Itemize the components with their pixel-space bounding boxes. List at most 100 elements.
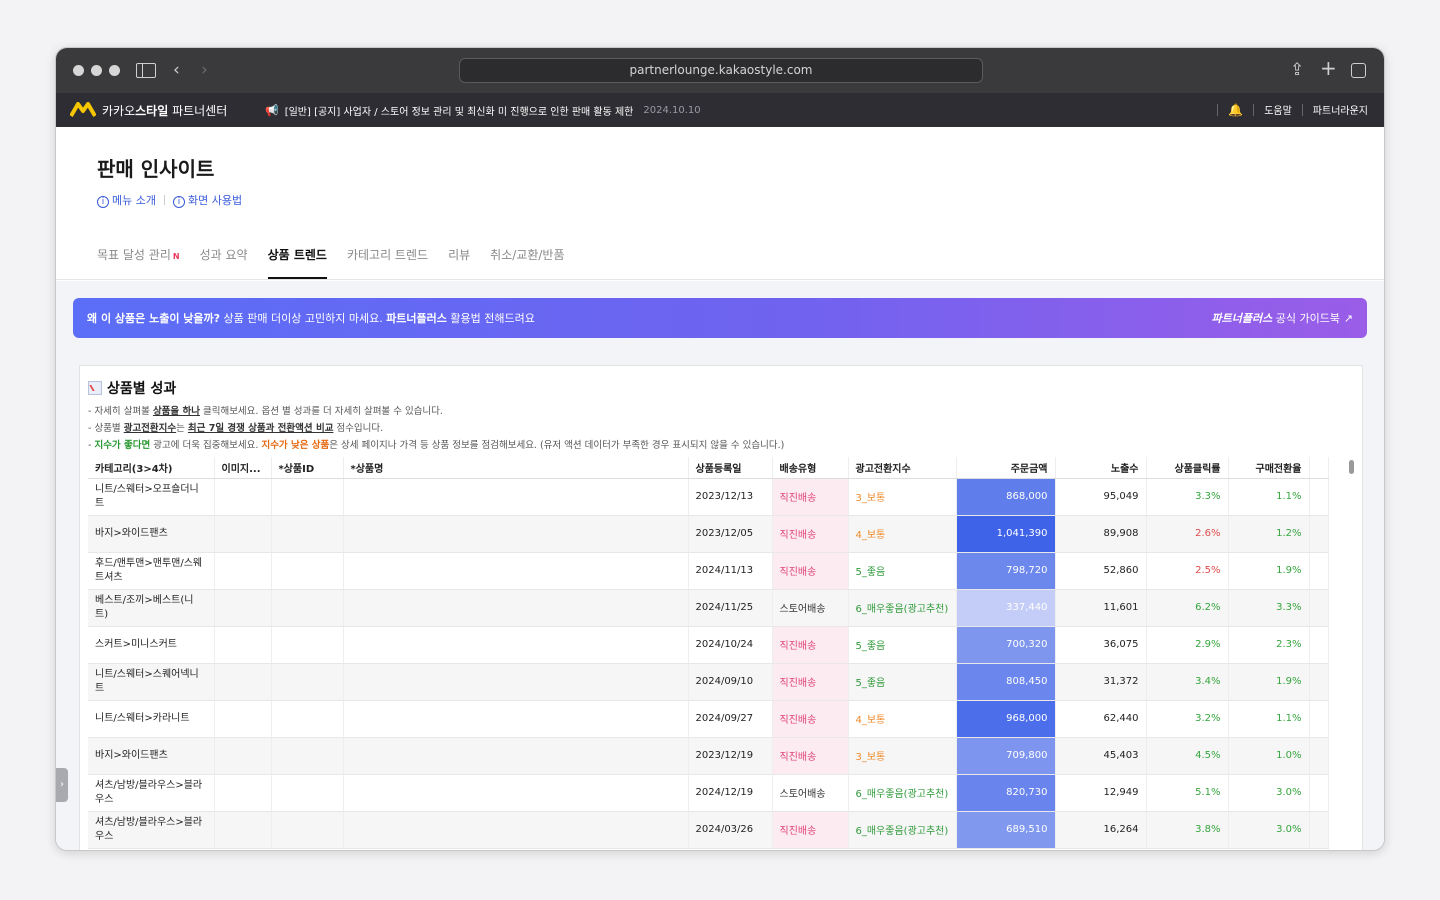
cell-image [214,663,272,701]
promo-banner[interactable]: 왜 이 상품은 노출이 낮을까? 상품 판매 더이상 고민하지 마세요. 파트너… [73,298,1367,338]
cell-order-amount: 709,800 [956,737,1056,775]
megaphone-icon: 📢 [265,104,279,117]
cell-reg-date: 2024/11/25 [688,589,773,627]
menu-intro-link[interactable]: i 메뉴 소개 [97,192,156,208]
cell-cvr: 1.1% [1228,700,1310,738]
cell-cvr: 1.9% [1228,663,1310,701]
help-link[interactable]: 도움말 [1264,102,1292,117]
tab-category-trend[interactable]: 카테고리 트렌드 [347,246,428,279]
new-tab-icon[interactable]: + [1320,58,1337,78]
cell-category: 스커트>미니스커트 [88,626,215,664]
col-header-impressions[interactable]: 노출수 [1055,457,1147,479]
cell-ad-index: 6_매우좋음(광고추천) [848,774,957,812]
col-header-category[interactable]: 카테고리(3>4차) [88,457,215,479]
col-header-image[interactable]: 이미지... [214,457,272,479]
cell-product-id [271,737,344,775]
tab-review[interactable]: 리뷰 [448,246,470,279]
cell-cvr: 1.2% [1228,515,1310,553]
cell-ctr: 3.3% [1146,478,1229,516]
table-row[interactable]: 니트/스웨터>오프숄더니트 2023/12/13 직진배송 3_보통 868,000 95… [88,478,1329,516]
cell-order-amount: 689,510 [956,811,1056,849]
guidebook-link[interactable]: 파트너플러스 공식 가이드북 ↗ [1211,310,1353,326]
notice-banner[interactable]: 📢 [일반] [공지] 사업자 / 스토어 정보 관리 및 최신화 미 진행으로… [265,103,701,118]
window-controls[interactable] [73,65,120,76]
cell-order-amount: 700,320 [956,626,1056,664]
external-link-icon: ↗ [1343,312,1353,325]
cell-impressions: 16,264 [1055,811,1147,849]
share-icon[interactable]: ⇪ [1290,60,1304,80]
table-row[interactable]: 베스트/조끼>베스트(니트) 2024/11/25 스토어배송 6_매우좋음(광고추천… [88,589,1329,627]
cell-cvr: 1.9% [1228,552,1310,590]
banner-text: 왜 이 상품은 노출이 낮을까? 상품 판매 더이상 고민하지 마세요. 파트너… [87,312,535,325]
cell-image [214,589,272,627]
col-header-reg-date[interactable]: 상품등록일 [688,457,773,479]
cell-spacer [1309,663,1329,701]
table-row[interactable]: 스커트>미니스커트 2024/10/24 직진배송 5_좋음 700,320 36,075… [88,626,1329,664]
cell-category: 베스트/조끼>베스트(니트) [88,589,215,627]
cell-impressions: 36,075 [1055,626,1147,664]
partner-lounge-link[interactable]: 파트너라운지 [1313,102,1368,117]
table-row[interactable]: 니트/스웨터>카라니트 2024/09/27 직진배송 4_보통 968,000 62,4… [88,700,1329,738]
cell-ad-index: 6_매우좋음(광고추천) [848,589,957,627]
col-header-shipping[interactable]: 배송유형 [772,457,849,479]
table-row[interactable]: 바지>와이드팬츠 2023/12/19 직진배송 3_보통 709,800 45,403 4… [88,737,1329,775]
col-header-product-id[interactable]: *상품ID [271,457,344,479]
notice-date: 2024.10.10 [643,105,701,116]
table-row[interactable]: 바지>와이드팬츠 2023/12/05 직진배송 4_보통 1,041,390 89,90… [88,515,1329,553]
cell-shipping: 직진배송 [772,478,849,516]
brand-title[interactable]: 카카오스타일 파트너센터 [102,102,227,119]
tab-product-trend[interactable]: 상품 트렌드 [267,246,327,279]
cell-reg-date: 2023/12/13 [688,478,773,516]
cell-order-amount: 798,720 [956,552,1056,590]
back-icon[interactable]: ‹ [173,60,180,80]
cell-order-amount: 337,440 [956,589,1056,627]
cell-reg-date: 2023/12/19 [688,737,773,775]
table-row[interactable]: 셔츠/남방/블라우스>블라우스 2024/03/26 직진배송 6_매우좋음(광고추천… [88,811,1329,849]
col-header-order-amount[interactable]: 주문금액 [956,457,1056,479]
cell-category: 니트/스웨터>오프숄더니트 [88,478,215,516]
bell-icon[interactable]: 🔔 [1228,103,1243,117]
tab-goal[interactable]: 목표 달성 관리 N [97,246,180,279]
cell-product-name [343,552,689,590]
panel-title: 상품별 성과 [88,378,1354,398]
table-row[interactable]: 후드/맨투맨>맨투맨/스웨트셔츠 2024/11/13 직진배송 5_좋음 798,72… [88,552,1329,590]
product-performance-panel: 상품별 성과 - 자세히 살펴볼 상품을 하나 클릭해보세요. 옵션 별 성과를… [79,365,1363,850]
sidebar-toggle-icon[interactable] [136,63,156,78]
col-header-cvr[interactable]: 구매전환율 [1228,457,1310,479]
table-row[interactable]: 셔츠/남방/블라우스>블라우스 2024/12/19 스토어배송 6_매우좋음(광고추… [88,774,1329,812]
panel-description: - 자세히 살펴볼 상품을 하나 클릭해보세요. 옵션 별 성과를 더 자세히 … [88,406,785,451]
cell-shipping: 직진배송 [772,515,849,553]
cell-impressions: 89,908 [1055,515,1147,553]
col-header-product-name[interactable]: *상품명 [343,457,689,479]
cell-ad-index: 3_보통 [848,737,957,775]
cell-ad-index: 4_보통 [848,515,957,553]
table-row[interactable]: 니트/스웨터>스퀘어넥니트 2024/09/10 직진배송 5_좋음 808,450 31… [88,663,1329,701]
help-links: i 메뉴 소개 i 화면 사용법 [97,192,1343,208]
cell-image [214,478,272,516]
app-header: 카카오스타일 파트너센터 📢 [일반] [공지] 사업자 / 스토어 정보 관리… [56,93,1384,127]
cell-impressions: 11,601 [1055,589,1147,627]
cell-shipping: 직진배송 [772,626,849,664]
forward-icon[interactable]: › [201,60,208,80]
cell-product-name [343,589,689,627]
cell-ad-index: 3_보통 [848,478,957,516]
table-scrollbar[interactable] [1349,460,1354,474]
cell-cvr: 2.3% [1228,626,1310,664]
cell-product-name [343,811,689,849]
address-bar[interactable]: partnerlounge.kakaostyle.com [459,58,983,83]
side-panel-toggle[interactable]: › [56,768,68,802]
browser-titlebar: ‹ › partnerlounge.kakaostyle.com ⇪ + [56,48,1384,93]
cell-spacer [1309,478,1329,516]
col-header-ctr[interactable]: 상품클릭률 [1146,457,1229,479]
cell-category: 셔츠/남방/블라우스>블라우스 [88,811,215,849]
kakaostyle-logo-icon[interactable] [70,101,96,118]
tab-overview-icon[interactable] [1351,63,1366,78]
cell-ctr: 5.1% [1146,774,1229,812]
screen-usage-link[interactable]: i 화면 사용법 [172,192,242,208]
cell-order-amount: 1,041,390 [956,515,1056,553]
tab-cancel-return[interactable]: 취소/교환/반품 [490,246,564,279]
tab-performance-summary[interactable]: 성과 요약 [200,246,248,279]
info-icon: i [97,196,109,208]
col-header-ad-index[interactable]: 광고전환지수 [848,457,957,479]
cell-category: 니트/스웨터>카라니트 [88,700,215,738]
